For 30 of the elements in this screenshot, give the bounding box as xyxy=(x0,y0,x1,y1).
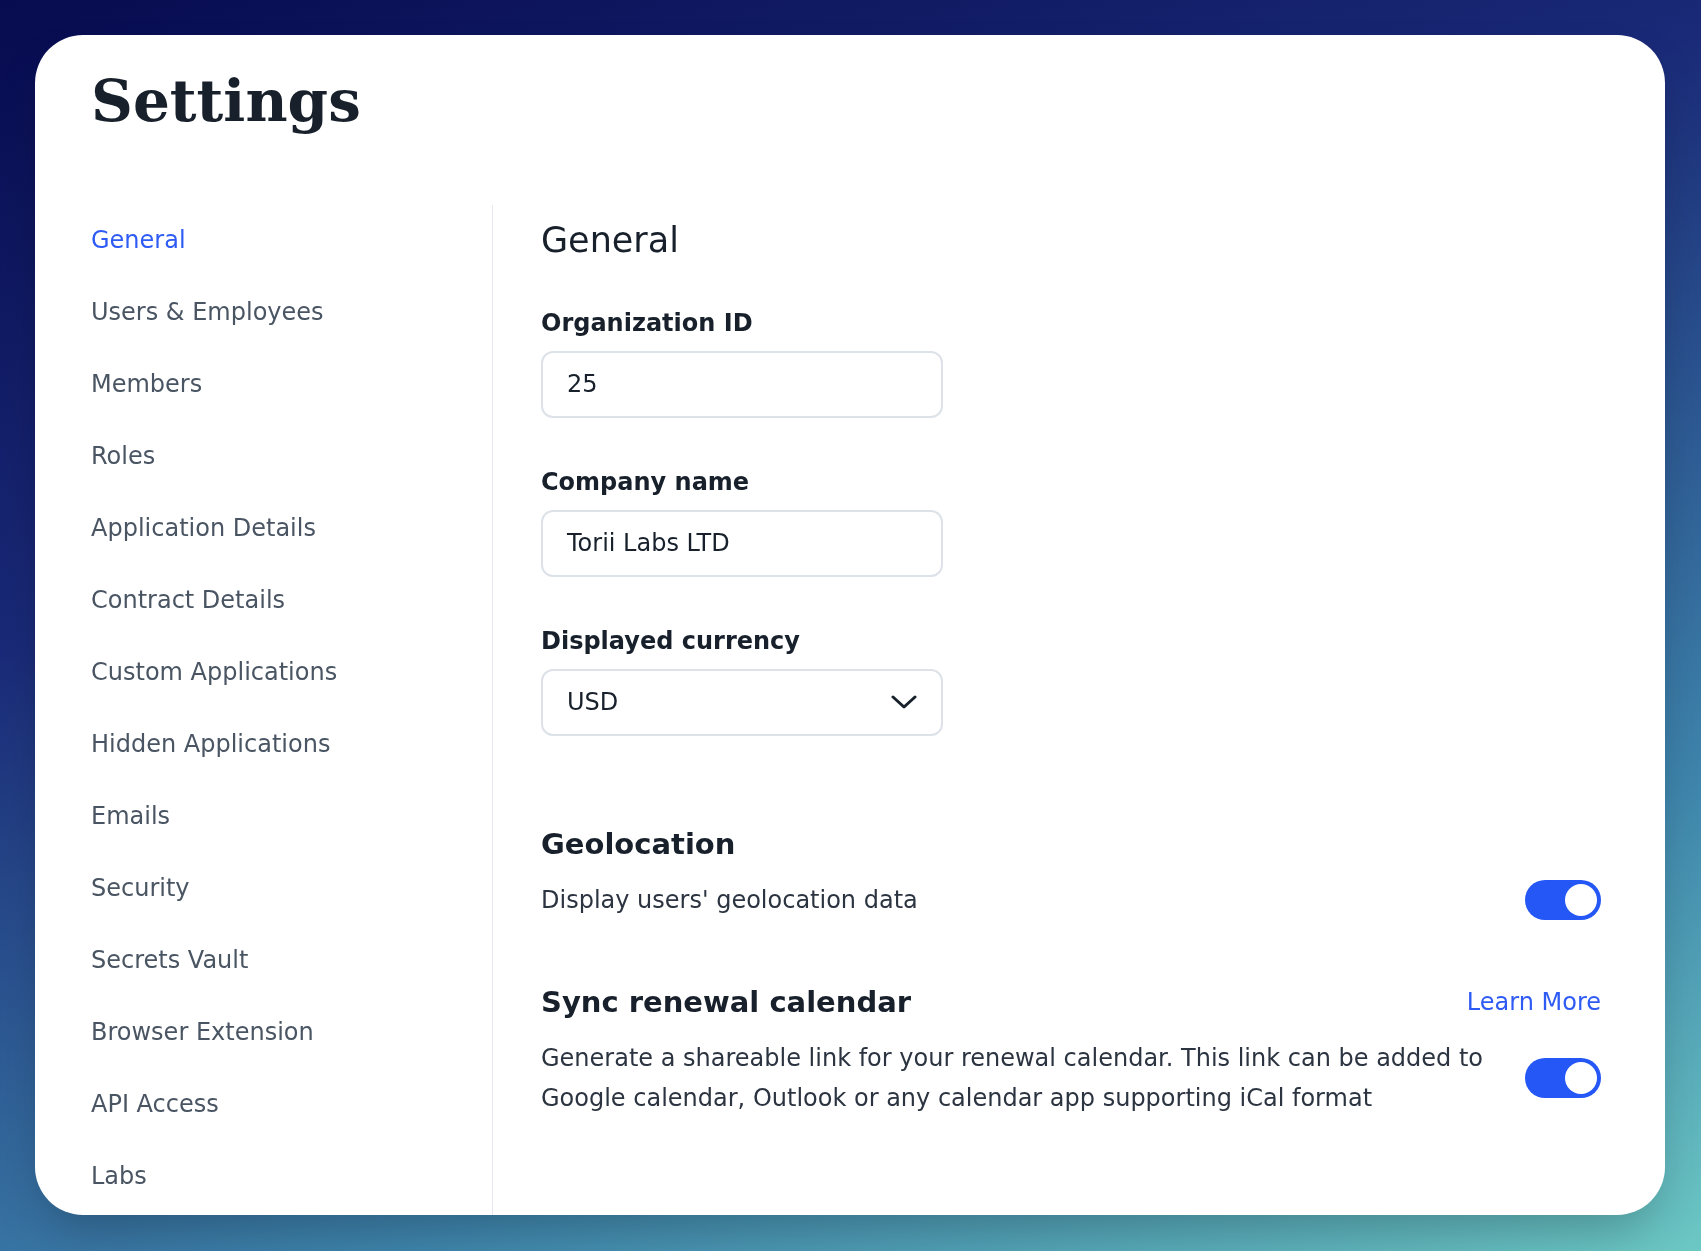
setting-description: Generate a shareable link for your renewal calendar. This link can be added to Google calendar, Outlook or any calendar app supporting iCal format xyxy=(541,1042,1485,1114)
field-label: Organization ID xyxy=(541,307,753,339)
sidebar-item[interactable]: Hidden Applications xyxy=(91,724,331,763)
sidebar-item[interactable]: Roles xyxy=(91,436,156,475)
sidebar-item[interactable]: API Access xyxy=(91,1084,219,1123)
setting-description: Display users' geolocation data xyxy=(541,884,918,916)
sidebar-item[interactable]: Custom Applications xyxy=(91,652,338,691)
sidebar-item[interactable]: Labs xyxy=(91,1156,147,1195)
field-label: Displayed currency xyxy=(541,625,800,657)
page-title: Settings xyxy=(91,67,361,137)
section-heading: Sync renewal calendar xyxy=(541,983,912,1021)
section-heading: Geolocation xyxy=(541,825,736,863)
toggle-switch[interactable] xyxy=(1525,1057,1601,1098)
text-input[interactable]: Torii Labs LTD xyxy=(541,509,943,577)
sidebar-item[interactable]: Secrets Vault xyxy=(91,940,249,979)
sidebar-item[interactable]: Emails xyxy=(91,796,171,835)
sidebar-item[interactable]: Users & Employees xyxy=(91,292,324,331)
sidebar-item[interactable]: General xyxy=(91,220,186,259)
currency-dropdown[interactable]: USD xyxy=(541,668,943,736)
sidebar-item[interactable]: Members xyxy=(91,364,203,403)
sidebar-item[interactable]: Security xyxy=(91,868,190,907)
field-label: Company name xyxy=(541,466,750,498)
chevron-down-icon xyxy=(891,694,917,711)
text-input[interactable]: 25 xyxy=(541,350,943,418)
sidebar-item[interactable]: Application Details xyxy=(91,508,316,547)
learn-more-link[interactable]: Learn More xyxy=(1466,983,1601,1020)
section-heading: General xyxy=(541,218,679,262)
sidebar-item[interactable]: Contract Details xyxy=(91,580,286,619)
toggle-switch[interactable] xyxy=(1525,879,1601,920)
sidebar-item[interactable]: Browser Extension xyxy=(91,1012,314,1051)
